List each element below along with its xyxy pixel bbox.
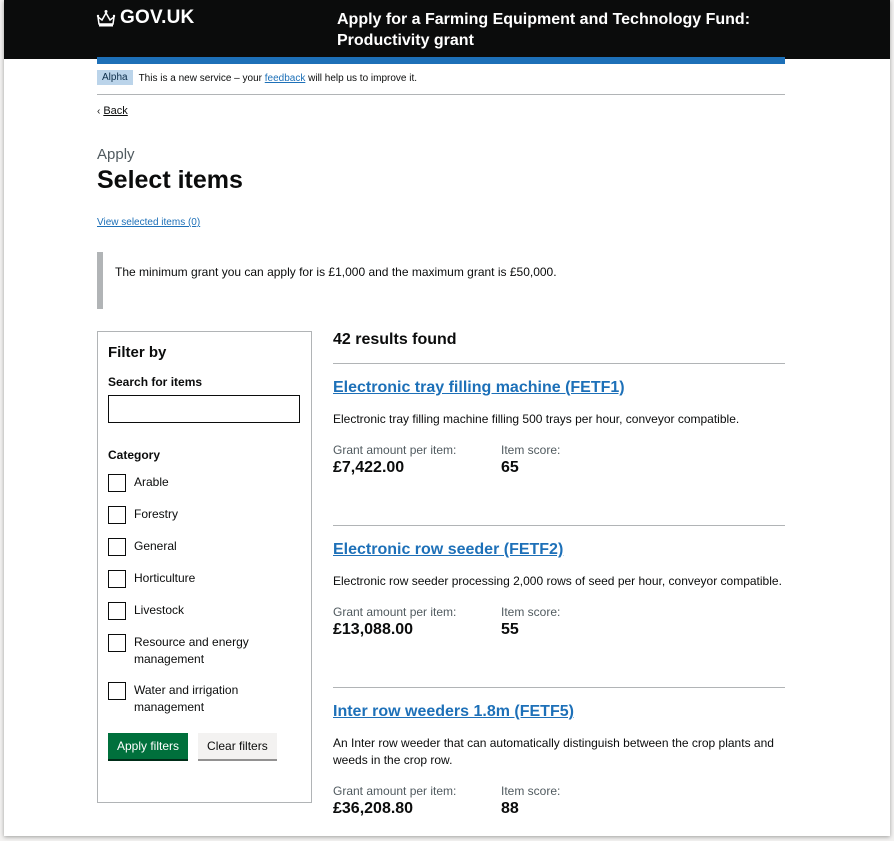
clear-filters-button[interactable]: Clear filters (198, 733, 277, 759)
results-count: 42 results found (333, 331, 457, 348)
category-checkboxes: Arable Forestry General Horticulture Liv… (108, 474, 301, 716)
item-score: 88 (501, 800, 519, 817)
grant-column: Grant amount per item: £13,088.00 (333, 605, 501, 639)
item-meta: Grant amount per item: £13,088.00 Item s… (333, 605, 785, 639)
category-water-irrigation[interactable]: Water and irrigation management (108, 682, 301, 716)
phase-text: This is a new service – your feedback wi… (139, 70, 417, 84)
list-item: Electronic tray filling machine (FETF1) … (333, 363, 785, 525)
category-arable[interactable]: Arable (108, 474, 301, 492)
checkbox[interactable] (108, 634, 126, 652)
score-column: Item score: 88 (501, 784, 661, 818)
govuk-logo[interactable]: GOV.UK (96, 7, 194, 29)
filter-panel: Filter by Search for items Category Arab… (97, 331, 312, 803)
phase-text-before: This is a new service – your (138, 73, 265, 84)
checkbox[interactable] (108, 570, 126, 588)
logo-text: GOV.UK (120, 7, 195, 28)
search-input[interactable] (108, 395, 300, 423)
view-selected-items-link[interactable]: View selected items (0) (97, 217, 200, 228)
phase-banner: Alpha This is a new service – your feedb… (97, 70, 785, 95)
checkbox-label: Water and irrigation management (134, 683, 239, 714)
score-column: Item score: 55 (501, 605, 661, 639)
item-meta: Grant amount per item: £7,422.00 Item sc… (333, 443, 785, 477)
grant-amount: £7,422.00 (333, 459, 405, 476)
feedback-link[interactable]: feedback (265, 73, 306, 84)
crown-icon (96, 9, 116, 27)
grant-amount: £13,088.00 (333, 621, 414, 638)
category-label: Category (108, 448, 161, 462)
phase-tag: Alpha (97, 70, 133, 85)
score-label: Item score: (501, 605, 561, 619)
list-item: Inter row weeders 1.8m (FETF5) An Inter … (333, 687, 785, 836)
chevron-left-icon: ‹ (97, 106, 101, 117)
apply-filters-button[interactable]: Apply filters (108, 733, 189, 759)
phase-text-after: will help us to improve it. (305, 73, 418, 84)
grant-label: Grant amount per item: (333, 784, 457, 798)
grant-limits-inset: The minimum grant you can apply for is £… (97, 252, 557, 309)
grant-column: Grant amount per item: £7,422.00 (333, 443, 501, 477)
filter-heading: Filter by (108, 344, 167, 361)
category-forestry[interactable]: Forestry (108, 506, 301, 524)
govuk-header: GOV.UK Apply for a Farming Equipment and… (4, 0, 890, 59)
item-description: Electronic tray filling machine filling … (333, 412, 740, 426)
item-title-link[interactable]: Inter row weeders 1.8m (FETF5) (333, 703, 574, 720)
grant-amount: £36,208.80 (333, 800, 414, 817)
checkbox[interactable] (108, 474, 126, 492)
item-description: Electronic row seeder processing 2,000 r… (333, 574, 782, 588)
checkbox[interactable] (108, 602, 126, 620)
results-list: 42 results found Electronic tray filling… (333, 330, 785, 836)
grant-label: Grant amount per item: (333, 443, 457, 457)
item-meta: Grant amount per item: £36,208.80 Item s… (333, 784, 785, 818)
browser-page: GOV.UK Apply for a Farming Equipment and… (4, 0, 890, 836)
item-score: 65 (501, 459, 519, 476)
checkbox-label: Arable (134, 475, 169, 489)
score-column: Item score: 65 (501, 443, 661, 477)
grant-column: Grant amount per item: £36,208.80 (333, 784, 501, 818)
checkbox-label: Livestock (134, 603, 185, 617)
service-name[interactable]: Apply for a Farming Equipment and Techno… (337, 9, 787, 51)
category-resource-energy[interactable]: Resource and energy management (108, 634, 301, 668)
search-label: Search for items (108, 375, 203, 389)
category-general[interactable]: General (108, 538, 301, 556)
checkbox[interactable] (108, 538, 126, 556)
grant-label: Grant amount per item: (333, 605, 457, 619)
checkbox-label: General (134, 539, 177, 553)
category-livestock[interactable]: Livestock (108, 602, 301, 620)
item-title-link[interactable]: Electronic row seeder (FETF2) (333, 541, 563, 558)
checkbox[interactable] (108, 682, 126, 700)
page-caption: Apply (97, 146, 135, 163)
header-blue-bar (97, 57, 785, 64)
item-score: 55 (501, 621, 519, 638)
score-label: Item score: (501, 784, 561, 798)
view-selected-container: View selected items (0) (97, 217, 200, 228)
checkbox-label: Horticulture (134, 571, 196, 585)
checkbox[interactable] (108, 506, 126, 524)
page-title: Select items (97, 166, 243, 194)
score-label: Item score: (501, 443, 561, 457)
back-link[interactable]: Back (103, 105, 127, 117)
filter-buttons: Apply filters Clear filters (108, 733, 301, 759)
item-description: An Inter row weeder that can automatical… (333, 736, 774, 767)
item-title-link[interactable]: Electronic tray filling machine (FETF1) (333, 379, 625, 396)
checkbox-label: Resource and energy management (134, 635, 249, 666)
checkbox-label: Forestry (134, 507, 179, 521)
list-item: Electronic row seeder (FETF2) Electronic… (333, 525, 785, 687)
back-link-container: ‹ Back (97, 105, 128, 117)
category-horticulture[interactable]: Horticulture (108, 570, 301, 588)
